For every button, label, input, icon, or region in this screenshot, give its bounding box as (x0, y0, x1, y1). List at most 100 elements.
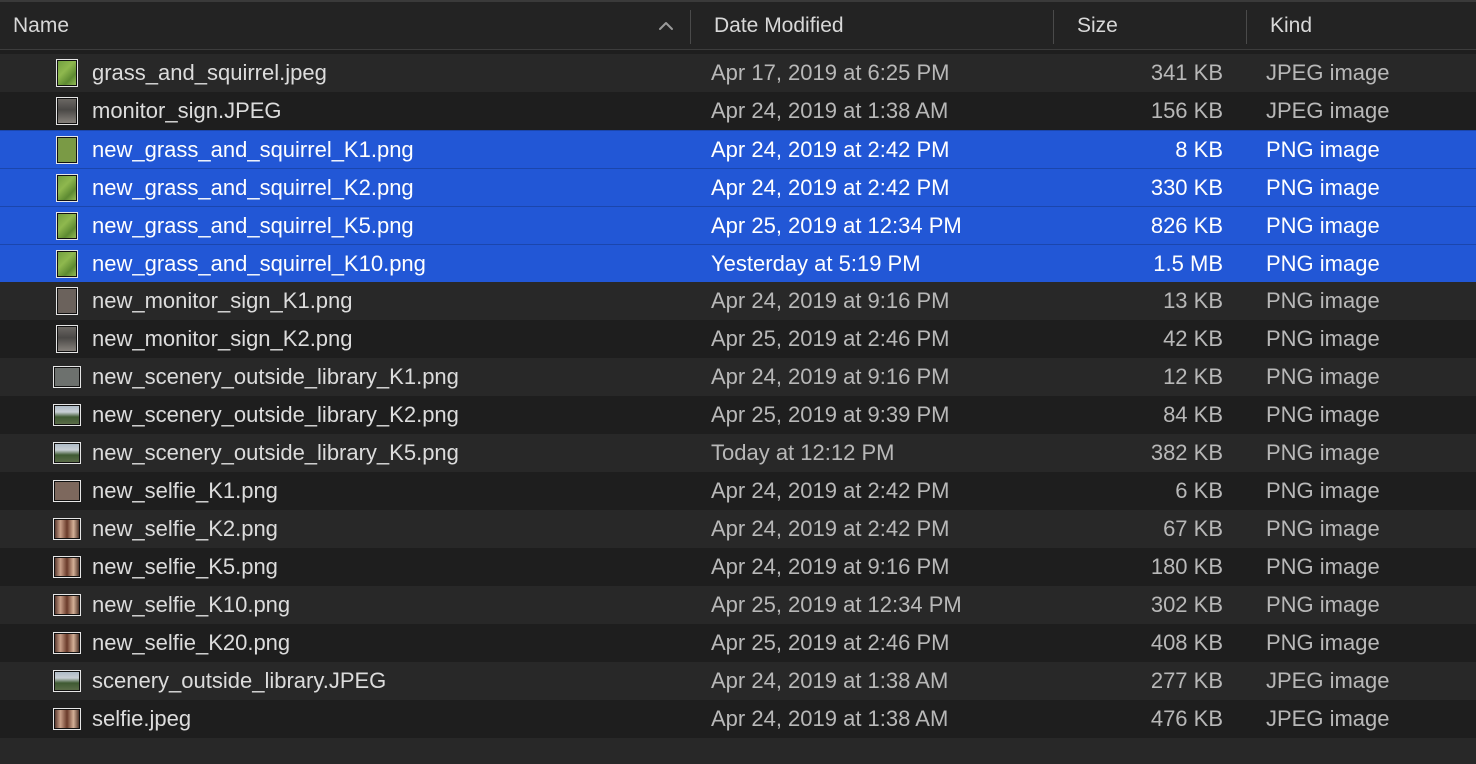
file-name: new_grass_and_squirrel_K1.png (92, 137, 414, 162)
file-row[interactable]: scenery_outside_library.JPEG Apr 24, 2019… (0, 662, 1476, 700)
column-header-bar: Name Date Modified Size Kind (0, 0, 1476, 50)
file-size: 277 KB (1150, 668, 1223, 693)
file-date-modified: Apr 24, 2019 at 9:16 PM (711, 364, 950, 389)
file-name: monitor_sign.JPEG (92, 98, 282, 123)
file-name: new_selfie_K10.png (92, 592, 291, 617)
file-row[interactable]: new_selfie_K20.png Apr 25, 2019 at 2:46 P… (0, 624, 1476, 662)
file-date-modified: Apr 17, 2019 at 6:25 PM (711, 60, 950, 85)
file-row[interactable]: new_grass_and_squirrel_K1.png Apr 24, 201… (0, 130, 1476, 168)
file-date-modified: Apr 24, 2019 at 9:16 PM (711, 288, 950, 313)
file-size: 6 KB (1175, 478, 1223, 503)
file-date-modified: Apr 25, 2019 at 9:39 PM (711, 402, 950, 427)
file-date-modified: Apr 24, 2019 at 1:38 AM (711, 98, 949, 123)
scenery-thumbnail-icon (53, 366, 81, 388)
file-list: grass_and_squirrel.jpeg Apr 17, 2019 at 6… (0, 54, 1476, 738)
column-header-date-modified[interactable]: Date Modified (714, 2, 844, 50)
file-name: new_grass_and_squirrel_K2.png (92, 175, 414, 200)
file-kind: PNG image (1266, 175, 1380, 200)
file-name: grass_and_squirrel.jpeg (92, 60, 327, 85)
file-date-modified: Apr 25, 2019 at 12:34 PM (711, 592, 962, 617)
file-name: selfie.jpeg (92, 706, 192, 731)
file-row[interactable]: monitor_sign.JPEG Apr 24, 2019 at 1:38 AM… (0, 92, 1476, 130)
file-row[interactable]: selfie.jpeg Apr 24, 2019 at 1:38 AM 476 KB… (0, 700, 1476, 738)
file-row[interactable]: new_selfie_K10.png Apr 25, 2019 at 12:34 … (0, 586, 1476, 624)
file-row[interactable]: new_selfie_K1.png Apr 24, 2019 at 2:42 PM… (0, 472, 1476, 510)
scenery-thumbnail-icon (53, 442, 81, 464)
file-size: 84 KB (1163, 402, 1223, 427)
file-kind: PNG image (1266, 478, 1380, 503)
selfie-thumbnail-icon (53, 708, 81, 730)
file-size: 476 KB (1150, 706, 1223, 731)
selfie-thumbnail-icon (53, 480, 81, 502)
grass-thumbnail-icon (56, 59, 78, 87)
column-header-name[interactable]: Name (13, 2, 69, 50)
file-size: 67 KB (1163, 516, 1223, 541)
file-row[interactable]: new_monitor_sign_K2.png Apr 25, 2019 at 2… (0, 320, 1476, 358)
grass-thumbnail-icon (56, 250, 78, 278)
file-date-modified: Apr 25, 2019 at 2:46 PM (711, 326, 950, 351)
file-row[interactable]: new_selfie_K2.png Apr 24, 2019 at 2:42 PM… (0, 510, 1476, 548)
file-kind: PNG image (1266, 288, 1380, 313)
file-size: 302 KB (1150, 592, 1223, 617)
file-name: new_grass_and_squirrel_K5.png (92, 213, 414, 238)
file-row[interactable]: grass_and_squirrel.jpeg Apr 17, 2019 at 6… (0, 54, 1476, 92)
file-size: 382 KB (1150, 440, 1223, 465)
file-name: new_selfie_K1.png (92, 478, 278, 503)
file-date-modified: Apr 24, 2019 at 2:42 PM (711, 516, 950, 541)
file-size: 42 KB (1163, 326, 1223, 351)
scenery-thumbnail-icon (53, 670, 81, 692)
file-name: new_scenery_outside_library_K1.png (92, 364, 459, 389)
column-header-kind[interactable]: Kind (1270, 2, 1312, 50)
empty-list-area (0, 738, 1476, 764)
file-kind: JPEG image (1266, 668, 1390, 693)
file-size: 156 KB (1150, 98, 1223, 123)
file-name: new_selfie_K2.png (92, 516, 278, 541)
file-name: new_scenery_outside_library_K5.png (92, 440, 459, 465)
file-size: 330 KB (1150, 175, 1223, 200)
file-date-modified: Apr 24, 2019 at 2:42 PM (711, 175, 950, 200)
file-kind: PNG image (1266, 630, 1380, 655)
file-kind: PNG image (1266, 364, 1380, 389)
finder-list-view: Name Date Modified Size Kind grass_and_s… (0, 0, 1476, 764)
file-row[interactable]: new_grass_and_squirrel_K5.png Apr 25, 201… (0, 206, 1476, 244)
column-divider[interactable] (690, 10, 691, 44)
column-header-size[interactable]: Size (1077, 2, 1118, 50)
grass-thumbnail-icon (56, 174, 78, 202)
file-row[interactable]: new_monitor_sign_K1.png Apr 24, 2019 at 9… (0, 282, 1476, 320)
file-row[interactable]: new_scenery_outside_library_K5.png Today … (0, 434, 1476, 472)
file-kind: PNG image (1266, 137, 1380, 162)
selfie-thumbnail-icon (53, 518, 81, 540)
file-row[interactable]: new_scenery_outside_library_K1.png Apr 24… (0, 358, 1476, 396)
file-size: 8 KB (1175, 137, 1223, 162)
file-size: 13 KB (1163, 288, 1223, 313)
file-row[interactable]: new_grass_and_squirrel_K2.png Apr 24, 201… (0, 168, 1476, 206)
file-date-modified: Apr 24, 2019 at 1:38 AM (711, 668, 949, 693)
file-kind: PNG image (1266, 440, 1380, 465)
file-name: new_monitor_sign_K2.png (92, 326, 353, 351)
file-row[interactable]: new_scenery_outside_library_K2.png Apr 25… (0, 396, 1476, 434)
file-name: new_monitor_sign_K1.png (92, 288, 353, 313)
grass-thumbnail-icon (56, 212, 78, 240)
file-name: new_scenery_outside_library_K2.png (92, 402, 459, 427)
selfie-thumbnail-icon (53, 594, 81, 616)
file-date-modified: Apr 24, 2019 at 9:16 PM (711, 554, 950, 579)
selfie-thumbnail-icon (53, 556, 81, 578)
file-kind: JPEG image (1266, 98, 1390, 123)
file-size: 180 KB (1150, 554, 1223, 579)
file-name: new_selfie_K20.png (92, 630, 291, 655)
monitor-sign-thumbnail-icon (56, 325, 78, 353)
file-size: 1.5 MB (1153, 251, 1223, 276)
file-date-modified: Yesterday at 5:19 PM (711, 251, 921, 276)
column-divider[interactable] (1246, 10, 1247, 44)
file-kind: JPEG image (1266, 60, 1390, 85)
file-kind: PNG image (1266, 402, 1380, 427)
file-size: 826 KB (1150, 213, 1223, 238)
file-date-modified: Apr 24, 2019 at 1:38 AM (711, 706, 949, 731)
file-date-modified: Apr 24, 2019 at 2:42 PM (711, 478, 950, 503)
sort-ascending-chevron-icon[interactable] (658, 20, 674, 32)
file-row[interactable]: new_selfie_K5.png Apr 24, 2019 at 9:16 PM… (0, 548, 1476, 586)
file-kind: PNG image (1266, 213, 1380, 238)
file-kind: PNG image (1266, 326, 1380, 351)
file-row[interactable]: new_grass_and_squirrel_K10.png Yesterday … (0, 244, 1476, 282)
column-divider[interactable] (1053, 10, 1054, 44)
